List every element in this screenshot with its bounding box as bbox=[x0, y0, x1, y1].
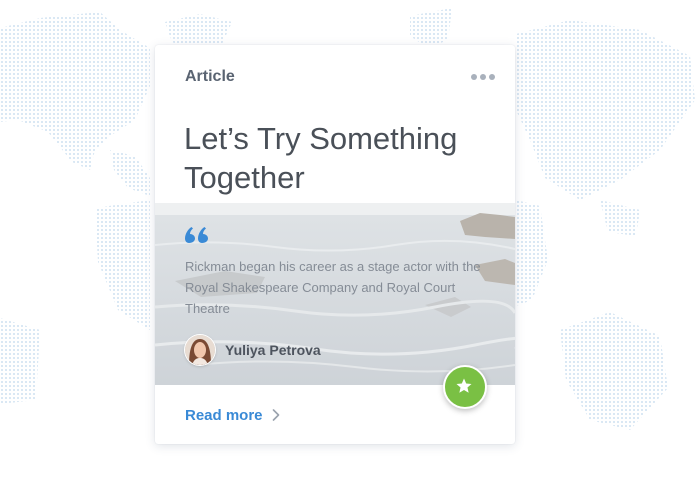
favorite-button[interactable] bbox=[443, 365, 487, 409]
article-card: Article Let’s Try Something Together Ric… bbox=[155, 45, 515, 444]
more-options-button[interactable] bbox=[471, 69, 495, 85]
card-background-photo bbox=[155, 45, 515, 385]
article-quote: Rickman began his career as a stage acto… bbox=[185, 259, 481, 316]
more-options-icon-dot-3 bbox=[489, 74, 495, 80]
chevron-right-icon bbox=[272, 409, 279, 421]
author-avatar bbox=[185, 335, 215, 365]
author-info: Yuliya Petrova bbox=[185, 335, 321, 365]
read-more-label: Read more bbox=[185, 406, 263, 424]
star-icon bbox=[456, 378, 472, 393]
more-options-icon-dot-2 bbox=[480, 74, 486, 80]
card-header: Article bbox=[185, 66, 495, 88]
author-name: Yuliya Petrova bbox=[225, 342, 321, 358]
more-options-icon bbox=[471, 74, 477, 80]
quote-icon bbox=[185, 227, 208, 243]
article-title: Let’s Try Something Together bbox=[184, 121, 458, 195]
article-category-label: Article bbox=[185, 68, 235, 85]
read-more-link[interactable]: Read more bbox=[185, 405, 280, 425]
